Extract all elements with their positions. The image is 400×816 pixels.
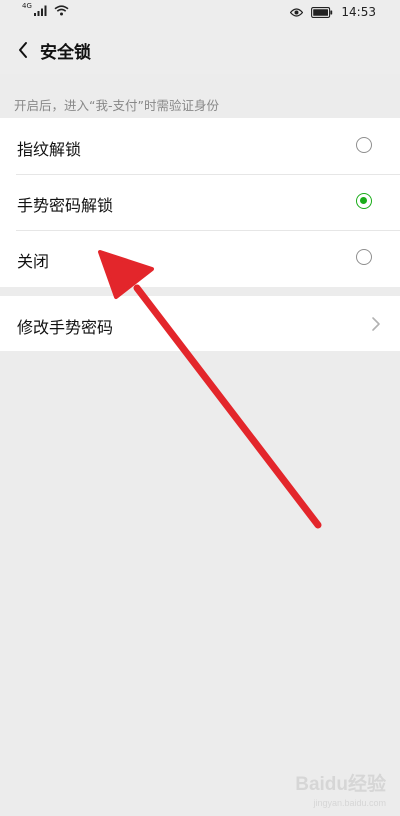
option-label: 指纹解锁 — [17, 140, 82, 159]
wifi-icon — [54, 5, 69, 16]
network-type: 4G — [22, 1, 32, 10]
option-label: 手势密码解锁 — [17, 196, 114, 215]
watermark-sub-text: jingyan.baidu.com — [313, 798, 386, 808]
change-gesture-label: 修改手势密码 — [17, 318, 114, 337]
section-hint: 开启后，进入“我-支付”时需验证身份 — [14, 98, 219, 113]
radio-button-fingerprint[interactable] — [356, 137, 372, 153]
option-off[interactable]: 关闭 — [0, 230, 400, 286]
nav-bar: 安全锁 — [0, 26, 400, 74]
status-bar: 4G 14:53 — [0, 0, 400, 26]
status-right: 14:53 — [290, 5, 376, 19]
status-left: 4G — [22, 1, 69, 16]
lock-options-list: 指纹解锁 手势密码解锁 关闭 — [0, 118, 400, 287]
status-time: 14:53 — [341, 5, 376, 19]
option-gesture-unlock[interactable]: 手势密码解锁 — [0, 174, 400, 230]
radio-button-gesture-selected[interactable] — [356, 193, 372, 209]
option-fingerprint-unlock[interactable]: 指纹解锁 — [0, 118, 400, 174]
option-label: 关闭 — [17, 252, 50, 271]
baidu-watermark: Baidu经验 jingyan.baidu.com — [266, 770, 386, 808]
back-button[interactable] — [12, 36, 40, 64]
page-title: 安全锁 — [40, 43, 91, 63]
chevron-left-icon — [19, 42, 27, 58]
watermark-logo-text: Baidu经验 — [295, 774, 386, 795]
change-gesture-password-item[interactable]: 修改手势密码 — [0, 296, 400, 352]
change-gesture-password-row[interactable]: 修改手势密码 — [0, 296, 400, 351]
chevron-right-icon — [372, 317, 380, 331]
eye-comfort-icon — [290, 7, 304, 17]
cellular-signal-icon — [33, 5, 47, 16]
radio-button-off[interactable] — [356, 249, 372, 265]
battery-icon — [311, 6, 333, 18]
